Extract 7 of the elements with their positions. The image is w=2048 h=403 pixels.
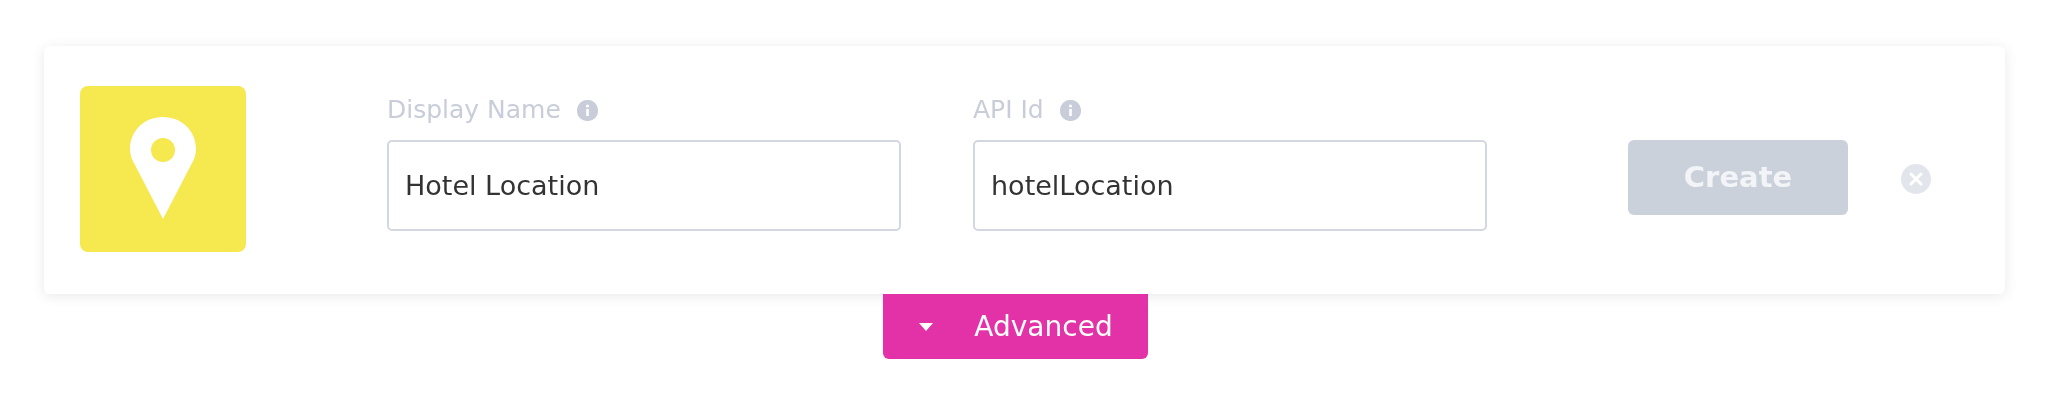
info-icon[interactable] bbox=[576, 99, 598, 121]
close-icon[interactable] bbox=[1901, 164, 1931, 194]
input-field[interactable]: hotelLocation bbox=[973, 140, 1487, 231]
location-pin-icon bbox=[80, 86, 246, 252]
input-field[interactable]: Hotel Location bbox=[387, 140, 901, 231]
info-icon[interactable] bbox=[1059, 99, 1081, 121]
advanced-toggle[interactable]: Advanced bbox=[883, 294, 1148, 359]
